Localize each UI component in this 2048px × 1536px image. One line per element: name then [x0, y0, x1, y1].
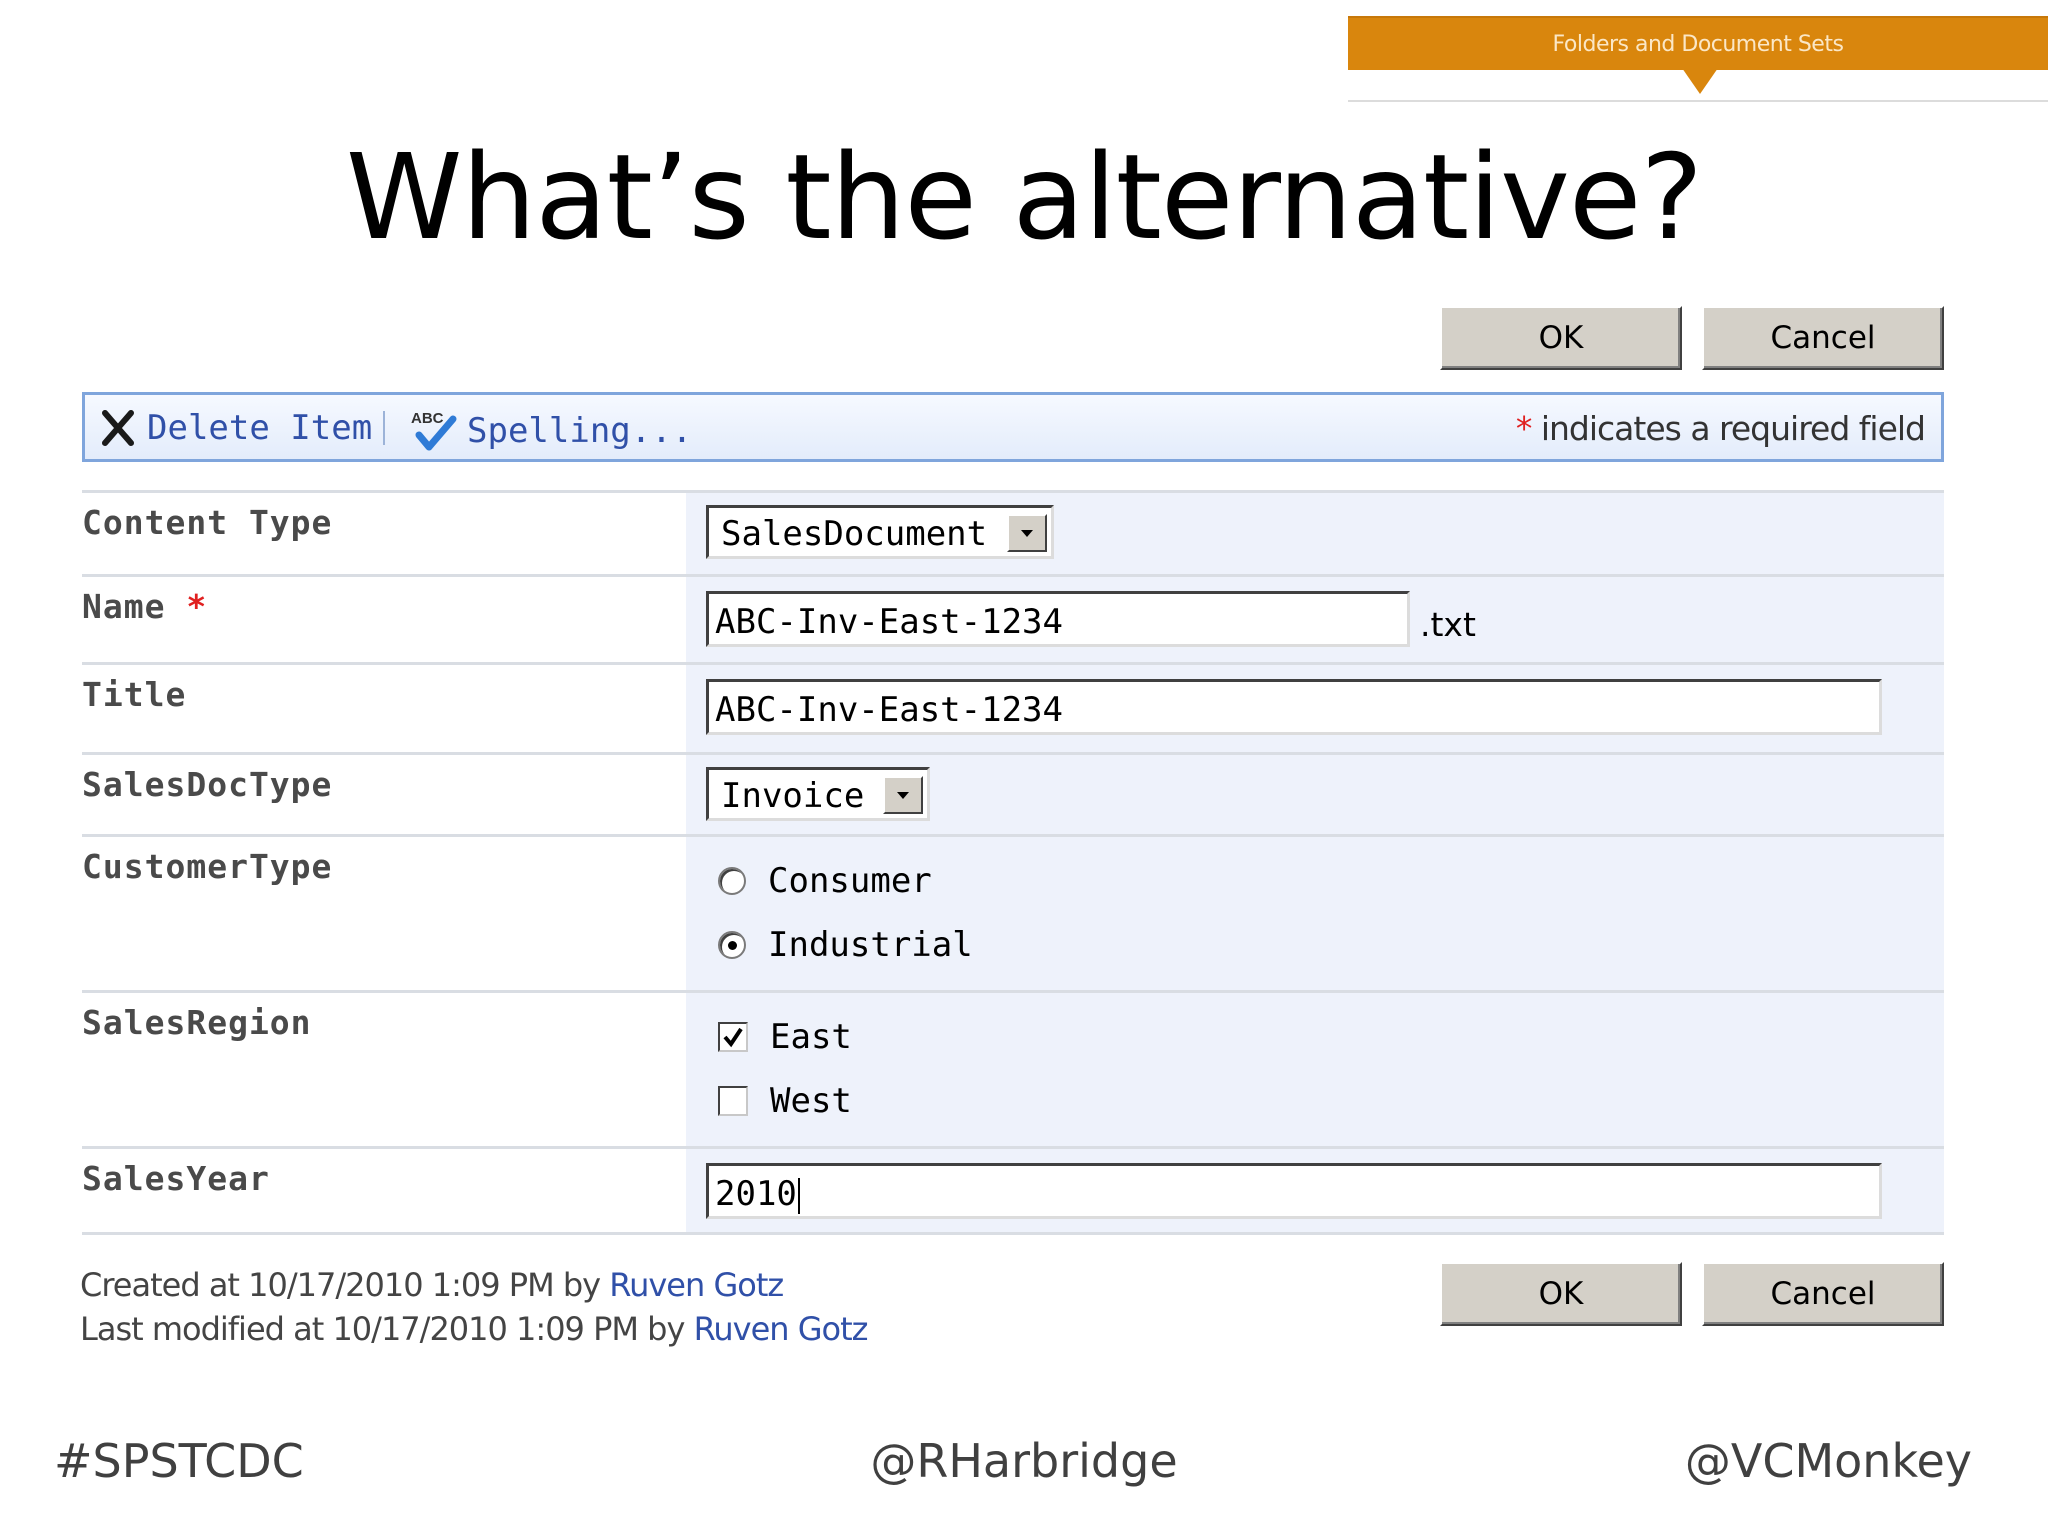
ok-button-top[interactable]: OK [1440, 306, 1682, 370]
banner-divider [1348, 100, 2048, 102]
sales-doc-type-value: Invoice [721, 776, 865, 816]
content-type-cell: SalesDocument [686, 493, 1944, 574]
radio-button-selected[interactable] [718, 931, 746, 959]
content-type-label: Content Type [82, 503, 333, 542]
required-field-note: * indicates a required field [1515, 409, 1926, 448]
radio-option-consumer[interactable]: Consumer [718, 861, 932, 901]
checkmark-icon [723, 1027, 743, 1048]
customer-type-label: CustomerType [82, 847, 333, 886]
sales-year-input[interactable]: 2010 [706, 1163, 1882, 1219]
row-title: Title ABC-Inv-East-1234 [82, 662, 1944, 752]
name-cell: ABC-Inv-East-1234 .txt [686, 577, 1944, 662]
radio-option-industrial[interactable]: Industrial [718, 925, 973, 965]
spelling-label: Spelling... [467, 411, 693, 451]
created-prefix: Created at 10/17/2010 1:09 PM by [80, 1266, 610, 1304]
sales-year-label: SalesYear [82, 1159, 270, 1198]
delete-item-label: Delete Item [147, 408, 373, 448]
checkbox-checked[interactable] [718, 1022, 748, 1052]
footer-handle-right: @VCMonkey [1684, 1434, 1972, 1488]
row-sales-doc-type: SalesDocType Invoice [82, 752, 1944, 834]
sales-region-cell: East West [686, 993, 1944, 1146]
text-caret [797, 1177, 800, 1214]
modified-prefix: Last modified at 10/17/2010 1:09 PM by [80, 1310, 694, 1348]
modified-info: Last modified at 10/17/2010 1:09 PM by R… [80, 1310, 869, 1348]
cancel-button-bottom[interactable]: Cancel [1702, 1262, 1944, 1326]
sales-region-label: SalesRegion [82, 1003, 312, 1042]
sales-doc-type-select[interactable]: Invoice [706, 767, 930, 821]
name-label: Name * [82, 587, 207, 626]
row-customer-type: CustomerType Consumer Industrial [82, 834, 1944, 990]
sales-doc-type-label: SalesDocType [82, 765, 333, 804]
title-value: ABC-Inv-East-1234 [715, 690, 1063, 730]
down-arrow-icon [1682, 68, 1718, 94]
sales-year-value: 2010 [715, 1174, 797, 1214]
title-input[interactable]: ABC-Inv-East-1234 [706, 679, 1882, 735]
sales-doc-type-cell: Invoice [686, 755, 1944, 834]
sales-year-cell: 2010 [686, 1149, 1944, 1232]
radio-label: Consumer [768, 861, 932, 901]
banner-label: Folders and Document Sets [1552, 31, 1844, 57]
checkbox-option-west[interactable]: West [718, 1081, 852, 1121]
form-toolbar: Delete Item ABC Spelling... * indicates … [82, 392, 1944, 462]
radio-label: Industrial [768, 925, 973, 965]
customer-type-cell: Consumer Industrial [686, 837, 1944, 990]
delete-x-icon [102, 410, 134, 446]
spelling-button[interactable]: ABC Spelling... [409, 407, 692, 455]
chevron-down-icon[interactable] [1007, 514, 1047, 552]
checkbox-option-east[interactable]: East [718, 1017, 852, 1057]
chevron-down-icon[interactable] [883, 776, 923, 814]
sales-year-text: 2010 [715, 1174, 800, 1214]
slide-title: What’s the alternative? [345, 128, 1703, 266]
checkbox-label: West [770, 1081, 852, 1121]
name-label-text: Name [82, 587, 166, 626]
required-star: * [186, 587, 208, 626]
row-content-type: Content Type SalesDocument [82, 490, 1944, 574]
title-label: Title [82, 675, 187, 714]
cancel-button-top[interactable]: Cancel [1702, 306, 1944, 370]
ok-button-bottom[interactable]: OK [1440, 1262, 1682, 1326]
created-by-link[interactable]: Ruven Gotz [609, 1266, 784, 1304]
checkbox-label: East [770, 1017, 852, 1057]
checkbox[interactable] [718, 1086, 748, 1116]
delete-item-button[interactable]: Delete Item [97, 407, 372, 449]
svg-text:ABC: ABC [411, 410, 444, 427]
name-extension: .txt [1420, 605, 1476, 644]
name-input[interactable]: ABC-Inv-East-1234 [706, 591, 1410, 647]
title-cell: ABC-Inv-East-1234 [686, 665, 1944, 752]
row-sales-year: SalesYear 2010 [82, 1146, 1944, 1232]
row-sales-region: SalesRegion East West [82, 990, 1944, 1146]
radio-button[interactable] [718, 867, 746, 895]
form-bottom-border [82, 1232, 1944, 1235]
created-info: Created at 10/17/2010 1:09 PM by Ruven G… [80, 1266, 784, 1304]
section-banner: Folders and Document Sets [1348, 16, 2048, 70]
content-type-select[interactable]: SalesDocument [706, 505, 1054, 559]
toolbar-separator [383, 411, 385, 445]
spellcheck-icon: ABC [411, 410, 457, 451]
required-note-text: indicates a required field [1531, 409, 1926, 448]
required-star: * [1515, 409, 1532, 448]
modified-by-link[interactable]: Ruven Gotz [694, 1310, 869, 1348]
row-name: Name * ABC-Inv-East-1234 .txt [82, 574, 1944, 662]
name-value: ABC-Inv-East-1234 [715, 602, 1063, 642]
content-type-value: SalesDocument [721, 514, 988, 554]
